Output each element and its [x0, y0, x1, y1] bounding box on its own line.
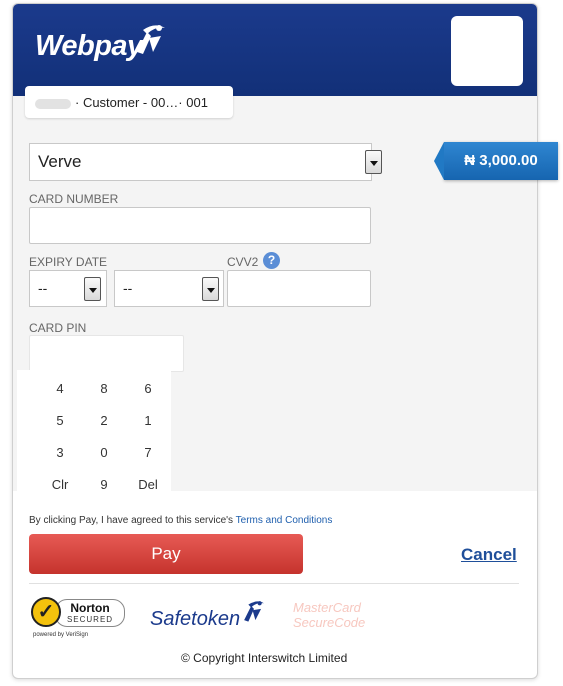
expiry-month-select[interactable]: -- [29, 270, 107, 307]
keypad-key[interactable]: 8 [84, 378, 124, 400]
expiry-year-value: -- [123, 280, 133, 296]
checkmark-icon: ✓ [31, 597, 61, 627]
terms-notice: By clicking Pay, I have agreed to this s… [29, 515, 332, 526]
card-number-label: CARD NUMBER [29, 192, 119, 206]
norton-secured-text: SECURED [66, 615, 114, 624]
runner-swoosh-icon [137, 25, 165, 54]
norton-secured-badge: Norton SECURED ✓ [31, 597, 125, 631]
card-type-select[interactable]: Verve [29, 143, 382, 181]
keypad-delete-key[interactable]: Del [128, 474, 168, 496]
keypad-key[interactable]: 5 [40, 410, 80, 432]
redacted-text [35, 98, 71, 109]
cancel-link[interactable]: Cancel [461, 545, 517, 565]
keypad-clear-key[interactable]: Clr [40, 474, 80, 496]
runner-swoosh-icon [244, 601, 264, 622]
mastercard-line-1: MasterCard [293, 600, 361, 615]
expiry-year-select[interactable]: -- [114, 270, 224, 307]
mastercard-line-2: SecureCode [293, 615, 366, 630]
norton-name: Norton [70, 601, 110, 615]
card-pin-label: CARD PIN [29, 321, 87, 335]
pin-keypad: 4 8 6 5 2 1 3 0 7 Clr 9 Del [17, 370, 171, 500]
terms-text: By clicking Pay, I have agreed to this s… [29, 515, 236, 526]
terms-link[interactable]: Terms and Conditions [236, 515, 333, 526]
keypad-key[interactable]: 9 [84, 474, 124, 496]
chevron-down-icon[interactable] [365, 150, 382, 174]
keypad-key[interactable]: 4 [40, 378, 80, 400]
expiry-date-label: EXPIRY DATE [29, 255, 108, 269]
card-pin-input[interactable] [29, 335, 184, 372]
safetoken-logo: Safetoken [150, 608, 241, 630]
header-bar: Webpay [13, 4, 537, 96]
webpay-logo: Webpay [35, 30, 143, 62]
cvv-label: CVV2 [227, 255, 259, 269]
amount-badge: ₦ 3,000.00 [434, 142, 558, 180]
keypad-key[interactable]: 2 [84, 410, 124, 432]
keypad-key[interactable]: 6 [128, 378, 168, 400]
chevron-down-icon[interactable] [202, 277, 219, 301]
customer-id-text: · Customer - 00…· 001 [75, 95, 208, 110]
keypad-key[interactable]: 1 [128, 410, 168, 432]
card-type-value: Verve [38, 152, 82, 171]
card-number-input[interactable] [29, 207, 371, 244]
norton-label-box: Norton SECURED [55, 599, 125, 627]
help-icon[interactable]: ? [263, 252, 280, 269]
keypad-key[interactable]: 0 [84, 442, 124, 464]
expiry-month-value: -- [38, 280, 48, 296]
copyright-text: © Copyright Interswitch Limited [181, 651, 348, 665]
payment-panel: Webpay · Customer - 00…· 001 Verve CARD … [12, 3, 538, 679]
pay-button[interactable]: Pay [29, 534, 303, 574]
norton-powered-text: powered by VeriSign [33, 632, 89, 638]
keypad-key[interactable]: 3 [40, 442, 80, 464]
cvv-input[interactable] [227, 270, 371, 307]
merchant-logo [451, 16, 523, 86]
mastercard-securecode-logo: MasterCard SecureCode [293, 600, 365, 630]
customer-id-tab: · Customer - 00…· 001 [25, 86, 233, 118]
chevron-down-icon[interactable] [84, 277, 101, 301]
keypad-key[interactable]: 7 [128, 442, 168, 464]
footer-divider [29, 583, 519, 584]
